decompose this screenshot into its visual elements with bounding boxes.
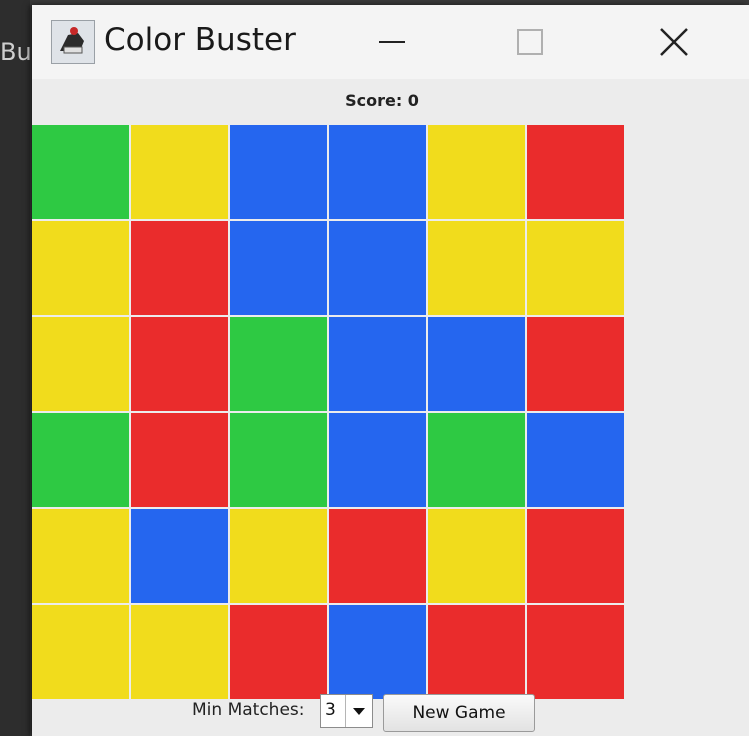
tile-yellow[interactable] (32, 509, 129, 603)
tile-yellow[interactable] (527, 221, 624, 315)
dropdown-arrow-button[interactable] (345, 695, 372, 727)
tile-yellow[interactable] (32, 221, 129, 315)
tile-green[interactable] (428, 413, 525, 507)
app-logo-icon (51, 20, 95, 64)
tile-red[interactable] (329, 509, 426, 603)
tile-green[interactable] (32, 413, 129, 507)
tile-red[interactable] (230, 605, 327, 699)
tile-yellow[interactable] (131, 125, 228, 219)
app-window: Color Buster Score: 0 Min Matches: 3 New… (32, 5, 749, 736)
minimize-icon (379, 41, 405, 43)
tile-blue[interactable] (230, 125, 327, 219)
tile-red[interactable] (527, 125, 624, 219)
chevron-down-icon (353, 708, 365, 715)
tile-blue[interactable] (329, 317, 426, 411)
tile-red[interactable] (428, 605, 525, 699)
tile-blue[interactable] (527, 413, 624, 507)
score-label: Score: 0 (345, 91, 419, 110)
tile-red[interactable] (527, 605, 624, 699)
tile-red[interactable] (527, 317, 624, 411)
tile-yellow[interactable] (428, 509, 525, 603)
tile-green[interactable] (230, 317, 327, 411)
tile-blue[interactable] (428, 317, 525, 411)
tile-yellow[interactable] (32, 605, 129, 699)
background-window-title: Bu (0, 38, 32, 66)
tile-blue[interactable] (230, 221, 327, 315)
background-window (0, 0, 30, 736)
tile-blue[interactable] (131, 509, 228, 603)
tile-red[interactable] (131, 221, 228, 315)
maximize-button[interactable] (506, 19, 554, 65)
controls-bar: Min Matches: 3 New Game (32, 691, 749, 736)
tile-blue[interactable] (329, 125, 426, 219)
min-matches-select[interactable]: 3 (320, 694, 373, 728)
tile-blue[interactable] (329, 413, 426, 507)
tile-green[interactable] (32, 125, 129, 219)
maximize-icon (517, 29, 543, 55)
tile-blue[interactable] (329, 605, 426, 699)
close-icon (660, 28, 688, 56)
tile-red[interactable] (131, 317, 228, 411)
min-matches-value: 3 (325, 700, 336, 720)
tile-yellow[interactable] (131, 605, 228, 699)
tile-red[interactable] (131, 413, 228, 507)
close-button[interactable] (650, 19, 698, 65)
tile-yellow[interactable] (428, 125, 525, 219)
tile-yellow[interactable] (32, 317, 129, 411)
game-board (32, 125, 624, 699)
window-title: Color Buster (104, 22, 296, 58)
tile-blue[interactable] (329, 221, 426, 315)
tile-green[interactable] (230, 413, 327, 507)
min-matches-label: Min Matches: (192, 700, 305, 720)
title-bar[interactable]: Color Buster (32, 5, 749, 79)
tile-red[interactable] (527, 509, 624, 603)
tile-yellow[interactable] (428, 221, 525, 315)
tile-yellow[interactable] (230, 509, 327, 603)
minimize-button[interactable] (368, 19, 416, 65)
new-game-button[interactable]: New Game (383, 694, 535, 732)
